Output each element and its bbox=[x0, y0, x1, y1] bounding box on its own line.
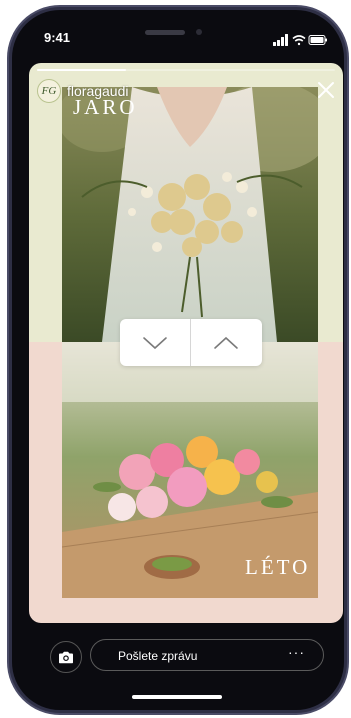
close-icon[interactable] bbox=[317, 81, 335, 99]
home-indicator[interactable] bbox=[132, 695, 222, 699]
spring-bouquet-photo bbox=[62, 87, 318, 342]
wifi-icon bbox=[292, 35, 306, 46]
story-progress-fill bbox=[37, 69, 127, 71]
move-up-button[interactable] bbox=[191, 319, 261, 366]
chevron-down-icon bbox=[143, 336, 167, 349]
summer-title: LÉTO bbox=[245, 555, 311, 579]
spring-title: JARO bbox=[73, 95, 138, 119]
story-viewer[interactable]: FG floragaudi JARO LÉTO bbox=[29, 63, 343, 623]
message-placeholder: Pošlete zprávu bbox=[118, 649, 198, 663]
chevron-up-icon bbox=[214, 336, 238, 349]
status-time: 9:41 bbox=[44, 30, 71, 45]
camera-dot bbox=[196, 29, 202, 35]
message-input[interactable]: Pošlete zprávu ··· bbox=[90, 639, 324, 671]
move-down-button[interactable] bbox=[120, 319, 190, 366]
more-options-button[interactable]: ··· bbox=[288, 644, 305, 660]
camera-icon bbox=[59, 651, 73, 663]
power-button bbox=[344, 210, 348, 290]
status-icons bbox=[273, 34, 327, 46]
camera-button[interactable] bbox=[50, 641, 82, 673]
battery-icon bbox=[308, 35, 327, 45]
compare-slider-control[interactable] bbox=[120, 319, 262, 366]
avatar[interactable]: FG bbox=[37, 79, 61, 103]
story-progress-bar bbox=[37, 69, 335, 71]
story-bottom-panel bbox=[29, 342, 343, 623]
signal-icon bbox=[273, 34, 288, 46]
speaker-notch bbox=[145, 30, 185, 35]
